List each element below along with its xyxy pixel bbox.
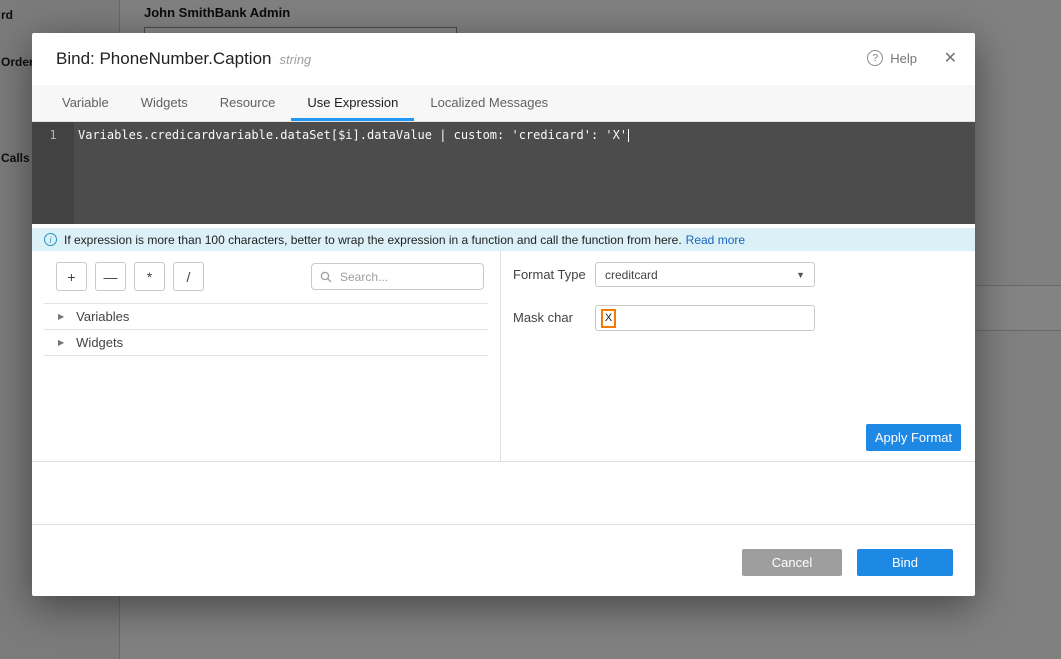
divide-operator-button[interactable]: / bbox=[173, 262, 204, 291]
help-icon: ? bbox=[867, 50, 883, 66]
chevron-right-icon[interactable]: ▶ bbox=[58, 312, 64, 321]
tree-item-variables[interactable]: ▶ Variables bbox=[44, 304, 488, 330]
text-caret bbox=[628, 129, 629, 142]
chevron-right-icon[interactable]: ▶ bbox=[58, 338, 64, 347]
dialog-title-text: Bind: PhoneNumber.Caption bbox=[56, 49, 271, 68]
multiply-operator-button[interactable]: * bbox=[134, 262, 165, 291]
dialog-title: Bind: PhoneNumber.Caption string bbox=[56, 49, 311, 69]
close-icon[interactable]: ✕ bbox=[944, 48, 957, 68]
search-box[interactable] bbox=[311, 263, 484, 290]
bind-dialog: Bind: PhoneNumber.Caption string ? Help ✕… bbox=[32, 33, 975, 596]
mask-char-input[interactable]: X bbox=[595, 305, 815, 331]
help-label: Help bbox=[890, 51, 917, 66]
operator-toolbar: + — * / bbox=[56, 262, 204, 291]
info-icon: i bbox=[44, 233, 57, 246]
search-icon bbox=[320, 271, 332, 283]
format-type-value: creditcard bbox=[605, 268, 658, 282]
plus-operator-button[interactable]: + bbox=[56, 262, 87, 291]
info-text: If expression is more than 100 character… bbox=[64, 233, 682, 247]
minus-operator-button[interactable]: — bbox=[95, 262, 126, 291]
section-divider bbox=[32, 461, 975, 462]
tab-localized-messages[interactable]: Localized Messages bbox=[414, 85, 564, 121]
search-input[interactable] bbox=[338, 269, 468, 285]
editor-code[interactable]: Variables.credicardvariable.dataSet[$i].… bbox=[74, 122, 633, 224]
cancel-button[interactable]: Cancel bbox=[742, 549, 842, 576]
mask-char-label: Mask char bbox=[513, 305, 573, 331]
format-type-select[interactable]: creditcard ▼ bbox=[595, 262, 815, 287]
tab-use-expression[interactable]: Use Expression bbox=[291, 85, 414, 121]
bind-button[interactable]: Bind bbox=[857, 549, 953, 576]
format-type-label: Format Type bbox=[513, 262, 586, 287]
read-more-link[interactable]: Read more bbox=[686, 233, 745, 247]
editor-line-number: 1 bbox=[32, 122, 74, 224]
footer-divider bbox=[32, 524, 975, 525]
chevron-down-icon: ▼ bbox=[796, 270, 805, 280]
expression-editor[interactable]: 1 Variables.credicardvariable.dataSet[$i… bbox=[32, 122, 975, 224]
tab-widgets[interactable]: Widgets bbox=[125, 85, 204, 121]
help-button[interactable]: ? Help bbox=[867, 50, 917, 66]
tree-item-label: Widgets bbox=[76, 335, 123, 350]
info-bar: i If expression is more than 100 charact… bbox=[32, 228, 975, 251]
tab-variable[interactable]: Variable bbox=[46, 85, 125, 121]
mask-char-value: X bbox=[601, 309, 616, 328]
tree-item-widgets[interactable]: ▶ Widgets bbox=[44, 330, 488, 356]
value-type-label: string bbox=[279, 52, 311, 67]
tab-resource[interactable]: Resource bbox=[204, 85, 292, 121]
panel-divider bbox=[500, 251, 501, 461]
tree-item-label: Variables bbox=[76, 309, 129, 324]
apply-format-button[interactable]: Apply Format bbox=[866, 424, 961, 451]
binding-tree: ▶ Variables ▶ Widgets bbox=[44, 303, 488, 356]
dialog-tabs: Variable Widgets Resource Use Expression… bbox=[32, 85, 975, 122]
